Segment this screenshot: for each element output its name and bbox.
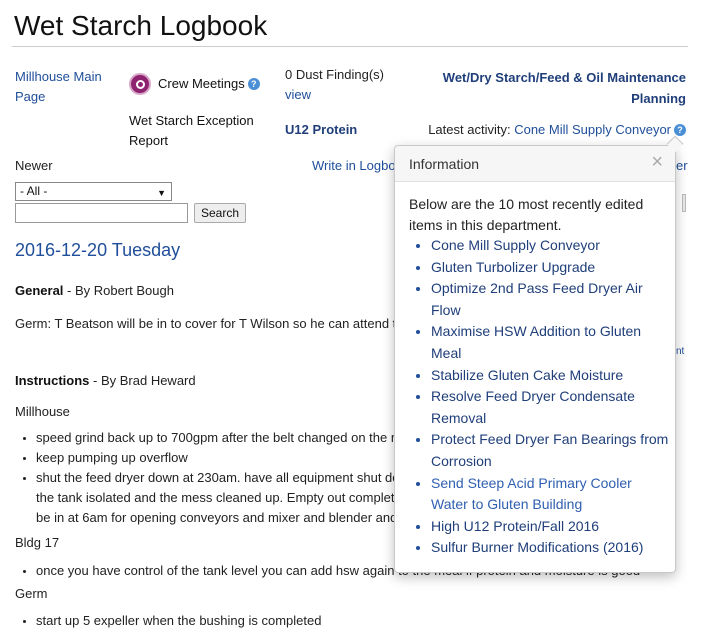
list-item: Maximise HSW Addition to Gluten Meal xyxy=(431,321,671,364)
obscured-button-fragment[interactable] xyxy=(682,194,686,212)
search-input[interactable] xyxy=(15,203,188,223)
general-entry-text: Germ: T Beatson will be in to cover for … xyxy=(15,316,394,331)
general-category: General xyxy=(15,283,64,298)
list-item: speed grind back up to 700gpm after the … xyxy=(36,428,394,448)
u12-protein-link[interactable]: U12 Protein xyxy=(285,122,357,137)
section-title-germ: Germ xyxy=(15,586,48,601)
list-item: start up 5 expeller when the bushing is … xyxy=(36,611,321,631)
information-popover: Information × Below are the 10 most rece… xyxy=(394,145,676,573)
search-button[interactable]: Search xyxy=(194,203,247,223)
list-item: Stabilize Gluten Cake Moisture xyxy=(431,365,671,387)
log-date-heading: 2016-12-20 Tuesday xyxy=(15,240,181,260)
list-item: High U12 Protein/Fall 2016 xyxy=(431,516,671,538)
popover-title: Information xyxy=(409,156,480,172)
list-item-continuation: the tank isolated and the mess cleaned u… xyxy=(36,490,394,505)
latest-activity-link[interactable]: Cone Mill Supply Conveyor xyxy=(514,122,671,137)
dropdown-caret-icon: ▼ xyxy=(157,188,166,198)
obscured-edit-fragment[interactable]: nt xyxy=(676,346,684,357)
list-item: Cone Mill Supply Conveyor xyxy=(431,235,671,257)
recent-item-link[interactable]: Stabilize Gluten Cake Moisture xyxy=(431,367,623,383)
list-item: Optimize 2nd Pass Feed Dryer Air Flow xyxy=(431,278,671,321)
instructions-category: Instructions xyxy=(15,373,90,388)
list-item: shut the feed dryer down at 230am. have … xyxy=(36,468,394,488)
filter-selected-value: - All - xyxy=(20,184,48,198)
list-item: Send Steep Acid Primary Cooler Water to … xyxy=(431,473,671,516)
millhouse-main-page-link[interactable]: Millhouse Main Page xyxy=(15,67,115,107)
section-title-millhouse: Millhouse xyxy=(15,404,70,419)
latest-activity-label: Latest activity: xyxy=(428,122,511,137)
recent-item-link[interactable]: Optimize 2nd Pass Feed Dryer Air Flow xyxy=(431,280,643,318)
recent-item-link[interactable]: Send Steep Acid Primary Cooler Water to … xyxy=(431,475,632,513)
crew-meetings-link[interactable]: Crew Meetings? xyxy=(158,76,260,91)
crew-meetings-icon[interactable] xyxy=(129,73,151,95)
general-byline: - By Robert Bough xyxy=(63,283,174,298)
close-icon[interactable]: × xyxy=(651,152,663,172)
info-help-icon[interactable]: ? xyxy=(674,124,686,136)
germ-instructions: start up 5 expeller when the bushing is … xyxy=(15,611,321,631)
newer-link[interactable]: Newer xyxy=(15,158,53,173)
recent-item-link[interactable]: High U12 Protein/Fall 2016 xyxy=(431,518,599,534)
latest-activity: Latest activity: Cone Mill Supply Convey… xyxy=(428,122,686,137)
recent-item-link[interactable]: Cone Mill Supply Conveyor xyxy=(431,237,600,253)
list-item-continuation: be in at 6am for opening conveyors and m… xyxy=(36,510,394,525)
recent-item-link[interactable]: Resolve Feed Dryer Condensate Removal xyxy=(431,388,635,426)
list-item: Protect Feed Dryer Fan Bearings from Cor… xyxy=(431,429,671,472)
recent-item-link[interactable]: Gluten Turbolizer Upgrade xyxy=(431,259,595,275)
page-title: Wet Starch Logbook xyxy=(14,10,268,41)
recent-item-link[interactable]: Sulfur Burner Modifications (2016) xyxy=(431,539,643,555)
maintenance-planning-link[interactable]: Wet/Dry Starch/Feed & Oil Maintenance Pl… xyxy=(426,67,686,109)
recent-items-list: Cone Mill Supply Conveyor Gluten Turboli… xyxy=(409,235,671,559)
millhouse-instructions: speed grind back up to 700gpm after the … xyxy=(15,428,394,528)
category-filter-select[interactable]: - All - ▼ xyxy=(15,182,172,201)
section-title-bldg-17: Bldg 17 xyxy=(15,535,60,550)
crew-meetings-label[interactable]: Crew Meetings xyxy=(158,76,245,91)
list-item: Gluten Turbolizer Upgrade xyxy=(431,257,671,279)
list-item: Resolve Feed Dryer Condensate Removal xyxy=(431,386,671,429)
instructions-entry-header: Instructions - By Brad Heward xyxy=(15,373,196,388)
instructions-byline: - By Brad Heward xyxy=(89,373,196,388)
title-divider xyxy=(12,46,688,47)
dust-findings-count: 0 Dust Finding(s) xyxy=(285,67,384,82)
help-icon[interactable]: ? xyxy=(247,78,260,90)
exception-report-link[interactable]: Wet Starch Exception Report xyxy=(129,111,279,151)
recent-item-link[interactable]: Protect Feed Dryer Fan Bearings from Cor… xyxy=(431,431,668,469)
write-in-logbook-link[interactable]: Write in Logbook xyxy=(312,158,394,173)
dust-findings-view-link[interactable]: view xyxy=(285,87,311,102)
popover-intro: Below are the 10 most recently edited it… xyxy=(409,196,644,233)
popover-header: Information × xyxy=(395,146,675,182)
list-item: Sulfur Burner Modifications (2016) xyxy=(431,537,671,559)
recent-item-link[interactable]: Maximise HSW Addition to Gluten Meal xyxy=(431,323,641,361)
list-item: keep pumping up overflow xyxy=(36,448,394,468)
general-entry-header: General - By Robert Bough xyxy=(15,283,174,298)
obscured-link-fragment[interactable]: er xyxy=(676,158,688,173)
